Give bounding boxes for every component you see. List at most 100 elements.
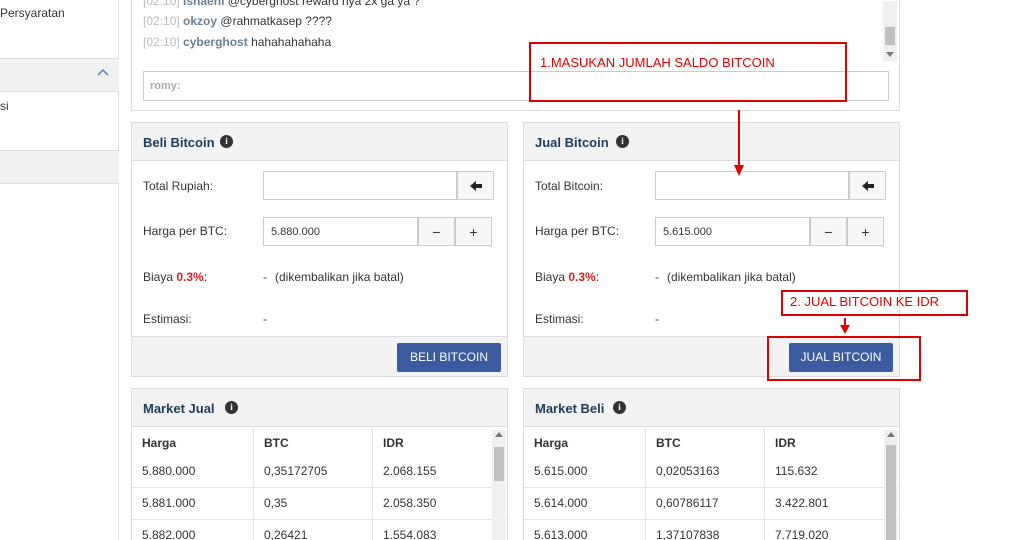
price-decrease-button[interactable]: − <box>418 217 455 246</box>
minus-icon: − <box>824 223 833 240</box>
fee-colon: : <box>203 270 208 284</box>
arrow-left-icon <box>861 180 874 191</box>
info-icon[interactable]: i <box>613 401 626 414</box>
table-cell: 0,35 <box>254 488 373 520</box>
annotation-arrow-down-icon <box>840 318 850 334</box>
chat-scrollbar-thumb[interactable] <box>885 27 895 45</box>
fee-note: (dikembalikan jika batal) <box>275 270 404 284</box>
market-sell-panel: Market Jual i Harga BTC IDR 5.880.000 0,… <box>131 388 508 540</box>
price-increase-button[interactable]: + <box>455 217 492 246</box>
panel-header: Jual Bitcoin i <box>524 123 899 161</box>
price-decrease-button[interactable]: − <box>810 217 847 246</box>
chat-text: hahahahahaha <box>247 35 332 49</box>
table-cell: 1.554.083 <box>383 528 437 540</box>
table-cell: 0,26421 <box>254 520 373 540</box>
annotation-box-step2-button <box>767 336 921 381</box>
chat-text: @cyberghost reward nya 2x ga ya ? <box>224 0 421 8</box>
price-label: Harga per BTC: <box>535 224 620 238</box>
table-cell: 0,60786117 <box>646 488 765 520</box>
annotation-arrow-down-icon <box>734 110 744 176</box>
scroll-up-icon[interactable] <box>495 432 503 437</box>
chat-scrollbar[interactable] <box>883 1 897 61</box>
fee-label: Biaya 0.3%: <box>535 270 599 284</box>
price-label: Harga per BTC: <box>143 224 228 238</box>
fee-text: Biaya <box>143 270 177 284</box>
table-row[interactable]: 5.880.000 0,35172705 2.068.155 <box>132 456 507 488</box>
table-cell: 2.068.155 <box>383 464 437 478</box>
table-cell: 5.880.000 <box>132 456 254 488</box>
market-buy-panel: Market Beli i Harga BTC IDR 5.615.000 0,… <box>523 388 900 540</box>
total-rupiah-input[interactable] <box>263 171 457 200</box>
chevron-up-icon[interactable] <box>97 67 109 79</box>
table-cell: 5.613.000 <box>524 520 646 540</box>
chat-time: [02:10] <box>143 0 180 8</box>
scroll-up-icon[interactable] <box>887 432 895 437</box>
panel-footer: BELI BITCOIN <box>132 336 507 376</box>
chat-time: [02:10] <box>143 14 180 28</box>
table-row[interactable]: 5.613.000 1,37107838 7.719.020 <box>524 520 899 540</box>
panel-title: Market Jual <box>143 401 215 416</box>
table-cell: 5.881.000 <box>132 488 254 520</box>
chat-message: [02:10] okzoy @rahmatkasep ???? <box>143 14 332 28</box>
table-cell: 3.422.801 <box>775 496 829 510</box>
info-icon[interactable]: i <box>225 401 238 414</box>
estimate-label: Estimasi: <box>535 312 584 326</box>
minus-icon: − <box>432 223 441 240</box>
chat-user[interactable]: cyberghost <box>183 35 248 49</box>
fill-max-button[interactable] <box>849 171 886 200</box>
table-row[interactable]: 5.614.000 0,60786117 3.422.801 <box>524 488 899 520</box>
chat-input-user: romy: <box>150 80 181 92</box>
chat-message: [02:10] isnaeni @cyberghost reward nya 2… <box>143 0 420 8</box>
price-increase-button[interactable]: + <box>847 217 884 246</box>
table-row[interactable]: 5.615.000 0,02053163 115.632 <box>524 456 899 488</box>
info-icon[interactable]: i <box>616 135 629 148</box>
table-scrollbar-thumb[interactable] <box>886 445 896 540</box>
panel-title: Jual Bitcoin <box>535 135 609 150</box>
fee-note: (dikembalikan jika batal) <box>667 270 796 284</box>
sidebar-section-bar <box>0 150 119 184</box>
table-scrollbar[interactable] <box>492 430 506 540</box>
estimate-value: - <box>263 312 267 326</box>
price-input[interactable] <box>263 217 418 246</box>
annotation-step2-text: 2. JUAL BITCOIN KE IDR <box>790 294 940 309</box>
fee-colon: : <box>595 270 600 284</box>
fee-percent: 0.3% <box>176 270 204 284</box>
total-bitcoin-input[interactable] <box>655 171 849 200</box>
estimate-label: Estimasi: <box>143 312 192 326</box>
table-cell: 7.719.020 <box>775 528 829 540</box>
scroll-down-icon[interactable] <box>886 52 894 57</box>
chat-user[interactable]: okzoy <box>183 14 217 28</box>
buy-bitcoin-button[interactable]: BELI BITCOIN <box>397 343 501 372</box>
chat-user[interactable]: isnaeni <box>183 0 224 8</box>
annotation-box-step1 <box>529 42 847 102</box>
table-row[interactable]: 5.882.000 0,26421 1.554.083 <box>132 520 507 540</box>
sidebar-link-persyaratan[interactable]: Persyaratan <box>0 6 65 20</box>
chat-time: [02:10] <box>143 35 180 49</box>
fill-max-button[interactable] <box>457 171 494 200</box>
chat-message: [02:10] cyberghost hahahahahaha <box>143 35 331 49</box>
plus-icon: + <box>861 223 870 240</box>
fee-value: - <box>263 270 267 284</box>
buy-bitcoin-panel: Beli Bitcoin i Total Rupiah: Harga per B… <box>131 122 508 377</box>
total-rupiah-label: Total Rupiah: <box>143 179 214 193</box>
fee-label: Biaya 0.3%: <box>143 270 207 284</box>
total-bitcoin-label: Total Bitcoin: <box>535 179 604 193</box>
table-cell: 5.614.000 <box>524 488 646 520</box>
table-cell: 2.058.350 <box>383 496 437 510</box>
table-scrollbar[interactable] <box>884 430 898 540</box>
sidebar-section-header[interactable] <box>0 58 119 92</box>
estimate-value: - <box>655 312 659 326</box>
arrow-left-icon <box>469 180 482 191</box>
table-row[interactable]: 5.881.000 0,35 2.058.350 <box>132 488 507 520</box>
table-cell: 1,37107838 <box>646 520 765 540</box>
fee-percent: 0.3% <box>568 270 596 284</box>
info-icon[interactable]: i <box>220 135 233 148</box>
panel-header: Market Beli i <box>524 389 899 427</box>
table-scrollbar-thumb[interactable] <box>494 447 504 481</box>
table-cell: 0,02053163 <box>646 456 765 488</box>
sidebar-item[interactable]: si <box>0 99 9 113</box>
panel-title: Market Beli <box>535 401 605 416</box>
price-input[interactable] <box>655 217 810 246</box>
table-cell: 5.615.000 <box>524 456 646 488</box>
fee-value: - <box>655 270 659 284</box>
